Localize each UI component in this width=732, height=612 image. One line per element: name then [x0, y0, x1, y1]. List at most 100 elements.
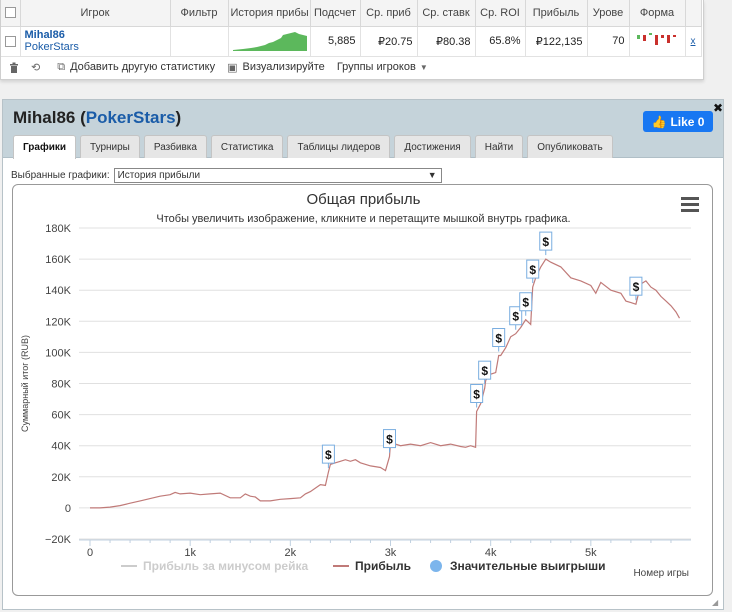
chart-container[interactable]: Общая прибыль Чтобы увеличить изображени…: [12, 184, 713, 596]
visualize-label: Визуализируйте: [242, 61, 325, 73]
add-stat-label: Добавить другую статистику: [70, 61, 216, 73]
like-label: Like 0: [670, 114, 705, 129]
player-panel: Mihal86 (PokerStars) 👍 Like 0 ✖ Графики …: [2, 99, 724, 610]
chevron-down-icon: ▼: [427, 170, 437, 180]
count-cell: 5,885: [310, 26, 361, 57]
window-icon: ⧉: [57, 60, 66, 73]
select-all-checkbox[interactable]: [1, 0, 21, 27]
x-tick-label: 5k: [585, 547, 597, 559]
tab-find[interactable]: Найти: [474, 135, 524, 158]
thumbs-up-icon: 👍: [651, 114, 667, 129]
player-cell[interactable]: Mihal86 PokerStars: [20, 26, 171, 57]
facebook-like-button[interactable]: 👍 Like 0: [643, 111, 713, 132]
player-groups-label: Группы игроков: [336, 61, 416, 73]
chevron-down-icon: ▼: [419, 62, 428, 72]
y-tick-label: 120K: [45, 316, 71, 328]
chart-select-label: Выбранные графики:: [11, 170, 110, 181]
player-name-link[interactable]: Mihal86: [25, 29, 166, 41]
y-axis-label: Суммарный итог (RUB): [20, 335, 30, 432]
avg-stake-cell: ₽80.38: [417, 26, 476, 57]
y-tick-label: 0: [65, 503, 71, 515]
filter-cell: [170, 26, 229, 57]
dollar-icon: $: [522, 296, 529, 310]
panel-player-name: Mihal86: [13, 108, 76, 127]
panel-header: Mihal86 (PokerStars) 👍 Like 0 ✖ Графики …: [3, 100, 723, 159]
tab-breakdown[interactable]: Разбивка: [143, 135, 207, 158]
y-tick-label: 20K: [51, 472, 71, 484]
dollar-icon: $: [542, 235, 549, 249]
column-filter[interactable]: Фильтр: [170, 0, 229, 27]
dollar-icon: $: [481, 364, 488, 378]
y-tick-label: 60K: [51, 410, 71, 422]
profit-chart[interactable]: −20K 0 20K 40K 60K 80K 100K 120K 140K 160K 180K 0 1k…: [13, 185, 714, 597]
column-roi[interactable]: Ср. ROI: [475, 0, 526, 27]
visualize-button[interactable]: ▣ Визуализируйте: [227, 61, 325, 74]
tab-tournaments[interactable]: Турниры: [80, 135, 140, 158]
tab-publish[interactable]: Опубликовать: [527, 135, 613, 158]
y-tick-label: 180K: [45, 223, 71, 235]
column-player[interactable]: Игрок: [20, 0, 171, 27]
column-avg-stake[interactable]: Ср. ставк: [417, 0, 476, 27]
column-count[interactable]: Подсчет: [310, 0, 361, 27]
panel-player-site[interactable]: PokerStars: [86, 108, 176, 127]
trash-icon[interactable]: [9, 62, 19, 73]
column-level[interactable]: Урове: [587, 0, 630, 27]
chart-select-row: Выбранные графики: История прибыли ▼: [11, 168, 442, 183]
y-tick-label: 140K: [45, 285, 71, 297]
panel-tabs: Графики Турниры Разбивка Статистика Табл…: [13, 135, 617, 159]
column-profit-history[interactable]: История прибы: [228, 0, 311, 27]
legend-profit: Прибыль: [355, 559, 411, 573]
level-cell: 70: [587, 26, 630, 57]
tab-statistics[interactable]: Статистика: [210, 135, 284, 158]
y-tick-label: −20K: [45, 534, 72, 546]
profit-history-sparkline[interactable]: [228, 26, 311, 57]
player-site-link[interactable]: PokerStars: [25, 41, 166, 53]
row-checkbox[interactable]: [1, 26, 21, 57]
tab-achievements[interactable]: Достижения: [394, 135, 471, 158]
dollar-icon: $: [529, 263, 536, 277]
tab-charts[interactable]: Графики: [13, 135, 77, 159]
dollar-icon: $: [512, 310, 519, 324]
profit-cell: ₽122,135: [525, 26, 588, 57]
stats-table: Игрок Фильтр История прибы Подсчет Ср. п…: [1, 0, 702, 57]
stats-toolbar: ⟲ ⧉ Добавить другую статистику ▣ Визуали…: [1, 56, 701, 78]
form-chart[interactable]: [629, 26, 686, 57]
table-row: Mihal86 PokerStars 5,885 ₽20.75 ₽80.38 6…: [1, 26, 702, 57]
panel-title: Mihal86 (PokerStars): [13, 108, 182, 127]
column-profit[interactable]: Прибыль: [525, 0, 588, 27]
y-tick-label: 160K: [45, 254, 71, 266]
x-tick-label: 2k: [285, 547, 297, 559]
x-tick-label: 0: [87, 547, 93, 559]
x-tick-label: 3k: [385, 547, 397, 559]
y-tick-label: 100K: [45, 347, 71, 359]
tab-leaderboards[interactable]: Таблицы лидеров: [287, 135, 391, 158]
column-spacer: [685, 0, 702, 27]
legend-net-profit: Прибыль за минусом рейка: [143, 559, 308, 573]
x-tick-label: 4k: [485, 547, 497, 559]
dollar-icon: $: [495, 332, 502, 346]
column-avg-profit[interactable]: Ср. приб: [360, 0, 418, 27]
chart-select[interactable]: История прибыли ▼: [113, 168, 442, 183]
dollar-icon: $: [473, 387, 480, 401]
legend-swatch-big-wins: [430, 560, 442, 572]
x-tick-label: 1k: [184, 547, 196, 559]
image-icon: ▣: [227, 61, 238, 74]
dollar-icon: $: [325, 448, 332, 462]
dollar-icon: $: [386, 433, 393, 447]
x-axis-label: Номер игры: [633, 568, 689, 579]
roi-cell: 65.8%: [475, 26, 526, 57]
chart-select-value: История прибыли: [117, 170, 201, 181]
stats-panel: Игрок Фильтр История прибы Подсчет Ср. п…: [0, 0, 704, 80]
column-form[interactable]: Форма: [629, 0, 686, 27]
remove-row-button[interactable]: x: [685, 26, 702, 57]
legend-big-wins: Значительные выигрыши: [450, 559, 606, 573]
y-tick-label: 40K: [51, 441, 71, 453]
player-groups-dropdown[interactable]: Группы игроков ▼: [337, 61, 428, 73]
y-tick-label: 80K: [51, 379, 71, 391]
resize-grip-icon[interactable]: ◢: [712, 598, 718, 607]
add-stat-button[interactable]: ⧉ Добавить другую статистику: [57, 61, 215, 74]
avg-profit-cell: ₽20.75: [360, 26, 418, 57]
close-icon[interactable]: ✖: [713, 101, 723, 115]
dollar-icon: $: [633, 280, 640, 294]
refresh-icon[interactable]: ⟲: [31, 61, 45, 74]
